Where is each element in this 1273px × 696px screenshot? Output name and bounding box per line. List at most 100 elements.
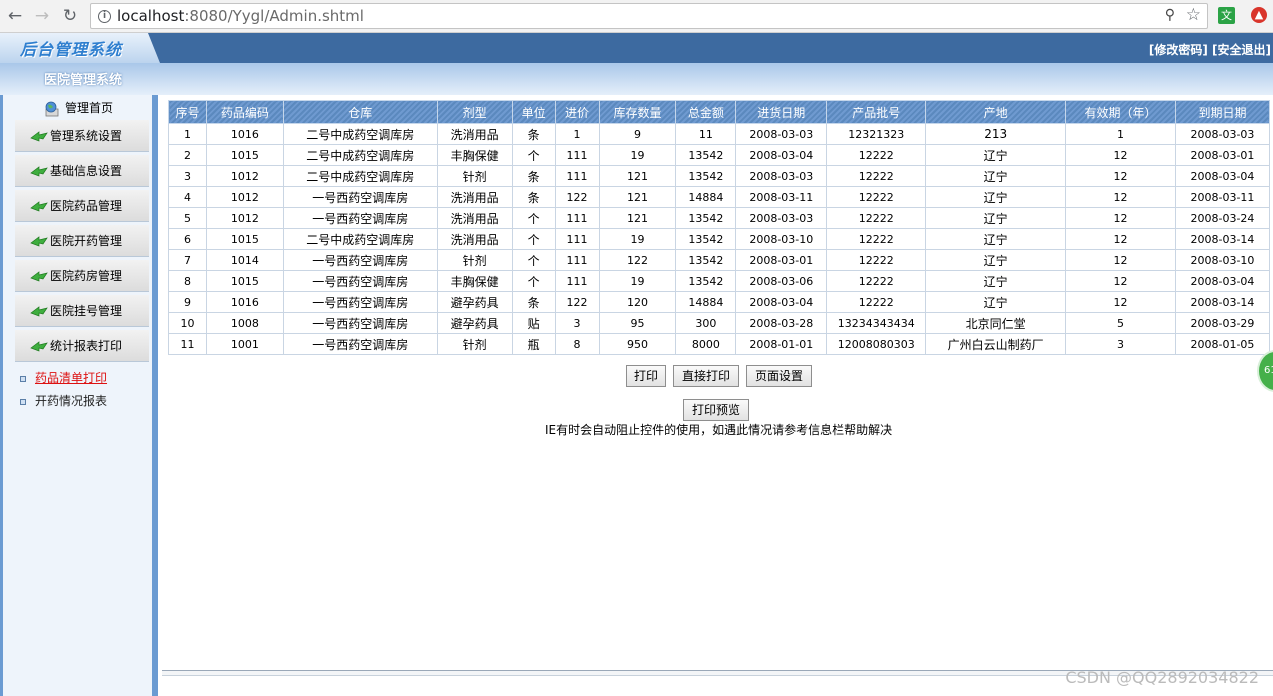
back-arrow-icon[interactable]: ← (4, 5, 26, 27)
table-cell: 3 (1065, 333, 1176, 355)
table-cell: 19 (598, 228, 677, 250)
header-links: [修改密码] [安全退出] (1149, 41, 1271, 58)
globe-computer-icon (45, 101, 59, 116)
table-cell: 针剂 (436, 333, 513, 355)
table-cell: 950 (598, 333, 677, 355)
sub-item-drug-list-print[interactable]: 药品清单打印 (20, 369, 107, 386)
sub-item-prescription-report[interactable]: 开药情况报表 (20, 392, 107, 409)
extension-icon[interactable]: ▲ (1251, 7, 1267, 23)
table-cell: 19 (598, 270, 677, 292)
column-header: 有效期（年） (1065, 100, 1176, 124)
table-cell: 5 (168, 207, 207, 229)
sub-item-label: 开药情况报表 (35, 394, 108, 408)
sub-item-label: 药品清单打印 (35, 371, 108, 385)
table-cell: 1015 (205, 270, 284, 292)
table-cell: 避孕药具 (436, 312, 513, 334)
column-header: 库存数量 (598, 100, 677, 124)
table-row: 8 1015 一号西药空调库房 丰胸保健个 111 19 13542 2008-03-06 12… (168, 270, 1271, 292)
table-cell: 一号西药空调库房 (282, 333, 438, 355)
table-cell: 13542 (675, 207, 737, 229)
table-cell: 1012 (205, 165, 284, 187)
table-cell: 洗消用品 (436, 123, 513, 145)
column-header: 进价 (554, 100, 600, 124)
column-header: 到期日期 (1174, 100, 1271, 124)
reload-icon[interactable]: ↻ (59, 5, 81, 27)
table-cell: 2 (168, 144, 207, 166)
url-text[interactable]: localhost:8080/Yygl/Admin.shtml (117, 7, 364, 25)
direct-print-button[interactable]: 直接打印 (673, 365, 739, 387)
column-header: 药品编码 (205, 100, 284, 124)
menu-prescription-management[interactable]: 医院开药管理 (15, 225, 149, 257)
table-cell: 2008-03-03 (1174, 123, 1271, 145)
menu-label: 医院开药管理 (50, 234, 123, 248)
table-header-row: 序号 药品编码 仓库 剂型 单位 进价 库存数量 总金额 进货日期 产品批号 产地 有效期（年） 到期日… (168, 100, 1271, 124)
bullet-icon (20, 398, 26, 405)
table-cell: 一号西药空调库房 (282, 312, 438, 334)
table-cell: 121 (598, 186, 677, 208)
table-cell: 12222 (826, 165, 927, 187)
table-cell: 13542 (675, 228, 737, 250)
table-cell: 12 (1065, 207, 1176, 229)
table-cell: 111 (554, 249, 600, 271)
table-cell: 1001 (205, 333, 284, 355)
address-bar[interactable]: i localhost:8080/Yygl/Admin.shtml ⚲ ☆ (90, 3, 1208, 29)
table-cell: 14884 (675, 186, 737, 208)
table-cell: 6 (168, 228, 207, 250)
table-cell: 洗消用品 (436, 207, 513, 229)
logout-link[interactable]: [安全退出] (1212, 43, 1271, 57)
system-title: 医院管理系统 (44, 73, 123, 88)
table-cell: 条 (511, 186, 556, 208)
table-cell: 辽宁 (925, 165, 1067, 187)
table-cell: 辽宁 (925, 270, 1067, 292)
info-icon[interactable]: i (98, 10, 111, 23)
menu-drug-management[interactable]: 医院药品管理 (15, 190, 149, 222)
table-cell: 13542 (675, 270, 737, 292)
table-cell: 避孕药具 (436, 291, 513, 313)
table-cell: 1016 (205, 291, 284, 313)
table-row: 2 1015 二号中成药空调库房 丰胸保健个 111 19 13542 2008-03-04 1… (168, 144, 1271, 166)
table-row: 3 1012 二号中成药空调库房 针剂条 111 121 13542 2008-03-03 12… (168, 165, 1271, 187)
forward-arrow-icon[interactable]: → (31, 5, 53, 27)
table-cell: 13234343434 (826, 312, 927, 334)
change-password-link[interactable]: [修改密码] (1149, 43, 1208, 57)
print-preview-button[interactable]: 打印预览 (683, 399, 749, 421)
translate-extension-icon[interactable]: 文 (1218, 7, 1235, 24)
menu-pharmacy-management[interactable]: 医院药房管理 (15, 260, 149, 292)
table-cell: 111 (554, 144, 600, 166)
menu-basic-info-settings[interactable]: 基础信息设置 (15, 155, 149, 187)
table-cell: 8 (554, 333, 600, 355)
menu-report-printing[interactable]: 统计报表打印 (15, 330, 149, 362)
table-cell: 9 (598, 123, 677, 145)
table-cell: 2008-03-11 (1174, 186, 1271, 208)
ie-notice-text: IE有时会自动阻止控件的使用，如遇此情况请参考信息栏帮助解决 (545, 423, 893, 437)
url-path: :8080/Yygl/Admin.shtml (184, 7, 364, 25)
menu-label: 管理系统设置 (50, 129, 123, 143)
green-arrow-icon (30, 166, 48, 177)
table-cell: 辽宁 (925, 291, 1067, 313)
page-setup-button[interactable]: 页面设置 (746, 365, 812, 387)
table-cell: 121 (598, 207, 677, 229)
menu-label: 医院药品管理 (50, 199, 123, 213)
column-header: 产品批号 (826, 100, 927, 124)
table-cell: 1008 (205, 312, 284, 334)
table-cell: 12222 (826, 207, 927, 229)
table-cell: 2008-03-28 (735, 312, 828, 334)
table-cell: 1 (554, 123, 600, 145)
table-cell: 12 (1065, 291, 1176, 313)
table-cell: 111 (554, 270, 600, 292)
home-link[interactable]: 管理首页 (43, 99, 113, 119)
table-cell: 213 (925, 123, 1067, 145)
table-cell: 一号西药空调库房 (282, 291, 438, 313)
green-arrow-icon (30, 341, 48, 352)
menu-system-settings[interactable]: 管理系统设置 (15, 120, 149, 152)
table-cell: 条 (511, 165, 556, 187)
column-header: 序号 (168, 100, 207, 124)
table-cell: 辽宁 (925, 207, 1067, 229)
menu-registration-management[interactable]: 医院挂号管理 (15, 295, 149, 327)
table-row: 7 1014 一号西药空调库房 针剂个 111 122 13542 2008-03-01 122… (168, 249, 1271, 271)
key-icon[interactable]: ⚲ (1165, 7, 1175, 23)
print-button[interactable]: 打印 (626, 365, 666, 387)
table-cell: 122 (598, 249, 677, 271)
bookmark-star-icon[interactable]: ☆ (1186, 5, 1201, 25)
green-arrow-icon (30, 131, 48, 142)
